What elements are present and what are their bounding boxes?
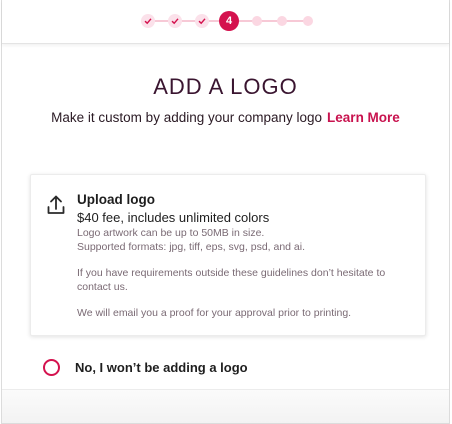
- progress-stepper: 4: [141, 10, 313, 32]
- page-subtitle: Make it custom by adding your company lo…: [2, 110, 449, 125]
- subtitle-text: Make it custom by adding your company lo…: [51, 110, 323, 125]
- step-2-completed[interactable]: [168, 14, 182, 28]
- step-3-completed[interactable]: [195, 14, 209, 28]
- requirements-note: If you have requirements outside these g…: [77, 267, 386, 293]
- step-current: 4: [219, 11, 239, 31]
- upload-logo-option[interactable]: Upload logo $40 fee, includes unlimited …: [30, 174, 426, 336]
- learn-more-link[interactable]: Learn More: [327, 110, 400, 125]
- no-logo-radio[interactable]: [43, 359, 60, 376]
- proof-note: We will email you a proof for your appro…: [77, 307, 352, 319]
- wizard-frame: 4 ADD A LOGO Make it custom by adding yo…: [1, 0, 450, 424]
- page-title: ADD A LOGO: [153, 74, 298, 99]
- upload-option-title: Upload logo: [77, 192, 155, 207]
- size-note: Logo artwork can be up to 50MB in size.: [77, 227, 265, 239]
- formats-note: Supported formats: jpg, tiff, eps, svg, …: [77, 241, 306, 253]
- upload-option-details: Upload logo $40 fee, includes unlimited …: [77, 191, 417, 320]
- upload-option-fee: $40 fee, includes unlimited colors: [77, 210, 270, 225]
- step-1-completed[interactable]: [141, 14, 155, 28]
- no-logo-label[interactable]: No, I won’t be adding a logo: [75, 360, 248, 375]
- step-6-pending: [277, 16, 287, 26]
- footer-band: [2, 389, 449, 423]
- check-icon: [198, 18, 206, 25]
- step-5-pending: [252, 16, 262, 26]
- upload-icon: [47, 195, 65, 214]
- check-icon: [144, 18, 152, 25]
- step-7-pending: [303, 16, 313, 26]
- progress-header: 4: [2, 0, 449, 44]
- check-icon: [171, 18, 179, 25]
